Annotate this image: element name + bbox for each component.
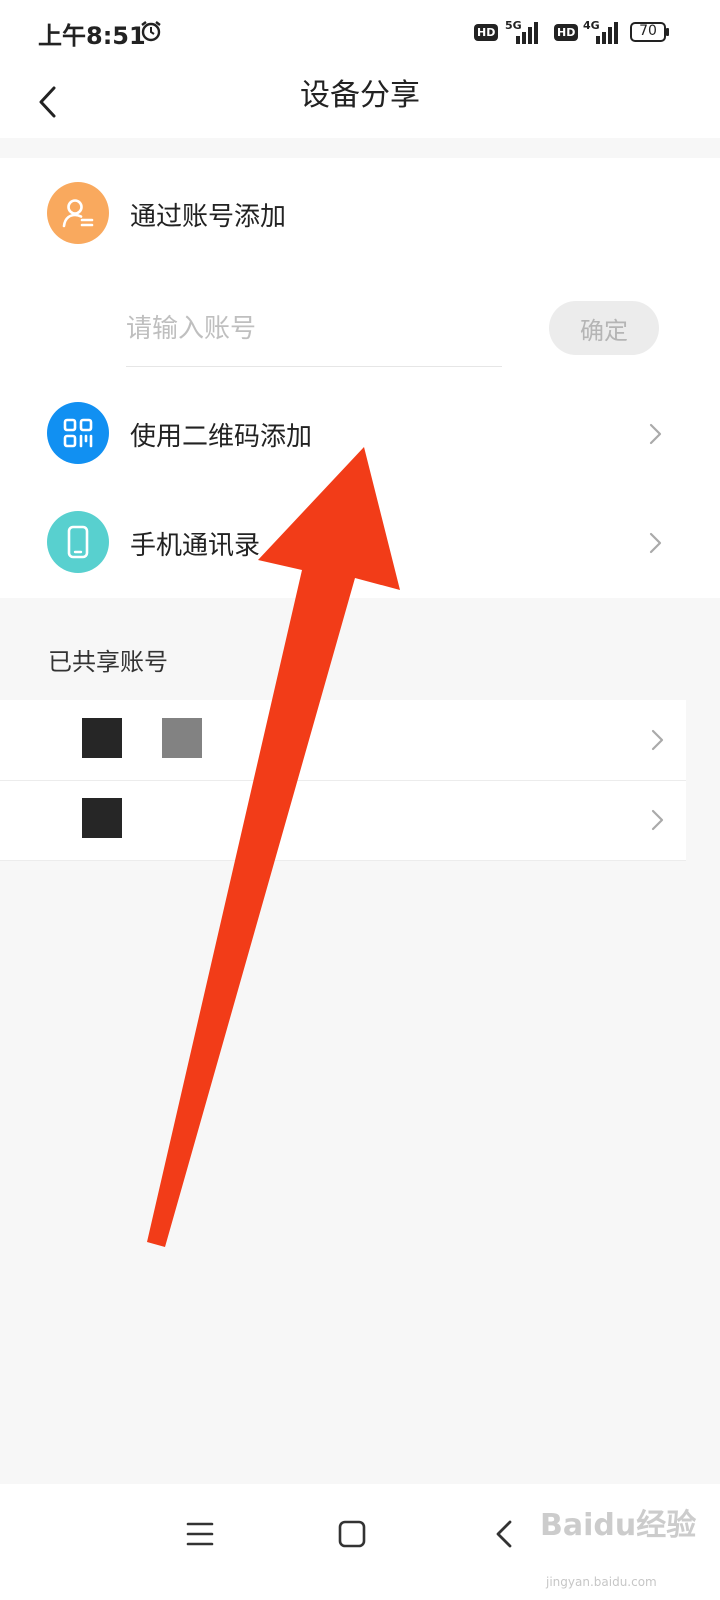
status-bar: 上午8:51 HD 5G HD 4G 70 bbox=[0, 0, 720, 66]
phone-icon bbox=[47, 511, 109, 573]
watermark-url: jingyan.baidu.com bbox=[546, 1575, 657, 1589]
back-button[interactable] bbox=[24, 78, 72, 126]
chevron-right-icon bbox=[651, 809, 664, 831]
back-triangle-icon bbox=[496, 1520, 512, 1548]
battery-level: 70 bbox=[639, 23, 657, 39]
add-by-contacts-label: 手机通讯录 bbox=[130, 531, 261, 561]
confirm-button[interactable]: 确定 bbox=[549, 301, 659, 355]
hd-badge: HD bbox=[554, 24, 579, 41]
home-button[interactable] bbox=[322, 1504, 382, 1564]
status-time: 上午8:51 bbox=[38, 22, 146, 50]
add-share-card: 通过账号添加 确定 使用二维码添加 手机通讯录 bbox=[0, 158, 720, 598]
account-icon bbox=[47, 182, 109, 244]
chevron-right-icon bbox=[649, 423, 662, 445]
shared-accounts-list bbox=[0, 700, 686, 861]
redacted-name bbox=[162, 718, 202, 758]
home-square-icon bbox=[338, 1520, 366, 1548]
watermark-logo: Baidu经验 bbox=[540, 1508, 697, 1543]
qr-code-icon bbox=[47, 402, 109, 464]
alarm-icon bbox=[141, 21, 161, 42]
nav-back-button[interactable] bbox=[474, 1504, 534, 1564]
chevron-right-icon bbox=[649, 532, 662, 554]
back-arrow-icon bbox=[39, 86, 56, 118]
shared-account-row[interactable] bbox=[0, 700, 686, 781]
recents-button[interactable] bbox=[170, 1504, 230, 1564]
signal-icon bbox=[596, 22, 618, 44]
signal-icon bbox=[516, 22, 538, 44]
add-by-qr-label: 使用二维码添加 bbox=[130, 422, 313, 452]
redacted-avatar bbox=[82, 798, 122, 838]
account-input[interactable] bbox=[126, 292, 502, 367]
app-header: 设备分享 bbox=[0, 66, 720, 138]
shared-accounts-title: 已共享账号 bbox=[48, 648, 168, 676]
shared-account-row[interactable] bbox=[0, 780, 686, 861]
page-title: 设备分享 bbox=[300, 78, 420, 113]
add-by-account-label: 通过账号添加 bbox=[130, 202, 287, 232]
chevron-right-icon bbox=[651, 729, 664, 751]
menu-icon bbox=[186, 1522, 214, 1546]
redacted-avatar bbox=[82, 718, 122, 758]
hd-badge: HD bbox=[474, 24, 499, 41]
